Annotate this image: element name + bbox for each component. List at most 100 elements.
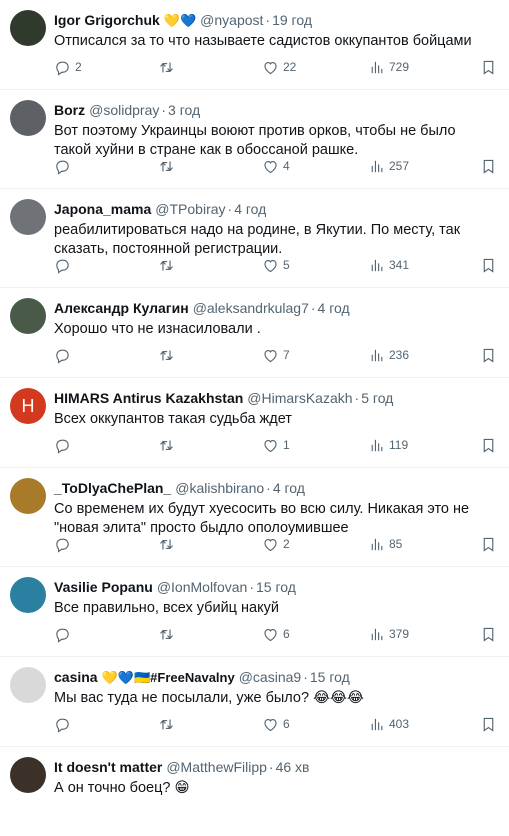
bookmark-button[interactable] — [480, 257, 497, 274]
author-name[interactable]: Александр Кулагин — [54, 298, 189, 318]
author-handle[interactable]: @kalishbirano — [175, 478, 264, 498]
reply-button[interactable] — [54, 347, 158, 364]
reply-button[interactable] — [54, 536, 158, 553]
views-button[interactable]: 341 — [368, 257, 472, 274]
separator-dot: · — [265, 12, 271, 28]
author-handle[interactable]: @casina9 — [239, 667, 301, 687]
retweet-button[interactable] — [158, 158, 262, 175]
like-button[interactable]: 1 — [262, 437, 368, 454]
author-name[interactable]: Vasilie Popanu — [54, 577, 153, 597]
bookmark-button[interactable] — [480, 716, 497, 733]
author-name[interactable]: casina — [54, 667, 98, 687]
like-button[interactable]: 2 — [262, 536, 368, 553]
bookmark-button[interactable] — [480, 437, 497, 454]
bookmark-button[interactable] — [480, 347, 497, 364]
timestamp[interactable]: 4 год — [234, 199, 266, 219]
like-button[interactable]: 22 — [262, 59, 368, 76]
heart-icon — [262, 716, 279, 733]
bookmark-button[interactable] — [480, 536, 497, 553]
timestamp[interactable]: 3 год — [168, 100, 200, 120]
avatar[interactable]: H — [10, 388, 46, 424]
retweet-button[interactable] — [158, 716, 262, 733]
reply-icon — [54, 347, 71, 364]
tweet[interactable]: _ToDlyaChePlan_ @kalishbirano · 4 год Со вре… — [0, 468, 509, 567]
tweet[interactable]: It doesn't matter @MatthewFilipp · 46 хв А о… — [0, 747, 509, 811]
views-button[interactable]: 85 — [368, 536, 472, 553]
bookmark-button[interactable] — [480, 626, 497, 643]
reply-button[interactable] — [54, 437, 158, 454]
avatar[interactable] — [10, 10, 46, 46]
reply-button[interactable] — [54, 257, 158, 274]
retweet-button[interactable] — [158, 626, 262, 643]
tweet-text: Отписался за то что называете садистов о… — [54, 33, 472, 49]
like-button[interactable]: 6 — [262, 626, 368, 643]
views-button[interactable]: 236 — [368, 347, 472, 364]
heart-icon — [262, 437, 279, 454]
author-handle[interactable]: @IonMolfovan — [157, 577, 247, 597]
timestamp[interactable]: 15 год — [256, 577, 296, 597]
timestamp[interactable]: 4 год — [318, 298, 350, 318]
author-handle[interactable]: @MatthewFilipp — [166, 757, 267, 777]
views-button[interactable]: 257 — [368, 158, 472, 175]
views-button[interactable]: 379 — [368, 626, 472, 643]
retweet-button[interactable] — [158, 59, 262, 76]
author-handle[interactable]: @nyapost — [200, 10, 263, 30]
avatar[interactable] — [10, 757, 46, 793]
views-button[interactable]: 729 — [368, 59, 472, 76]
author-name[interactable]: Japona_mama — [54, 199, 151, 219]
author-name[interactable]: It doesn't matter — [54, 757, 162, 777]
avatar[interactable] — [10, 478, 46, 514]
bookmark-button[interactable] — [480, 59, 497, 76]
timestamp[interactable]: 15 год — [310, 667, 350, 687]
likes-count: 7 — [283, 348, 290, 362]
retweet-icon — [158, 158, 175, 175]
retweet-button[interactable] — [158, 347, 262, 364]
views-button[interactable]: 119 — [368, 437, 472, 454]
avatar[interactable] — [10, 199, 46, 235]
like-button[interactable]: 4 — [262, 158, 368, 175]
tweet-text: А он точно боец? 😁 — [54, 780, 190, 796]
author-name-suffix: 💛💙 — [163, 13, 197, 28]
timestamp[interactable]: 5 год — [361, 388, 393, 408]
like-button[interactable]: 7 — [262, 347, 368, 364]
tweet[interactable]: Igor Grigorchuk 💛💙 @nyapost · 19 год Отписалс… — [0, 0, 509, 90]
tweet-text: Все правильно, всех убийц накуй — [54, 600, 279, 616]
tweet[interactable]: Japona_mama @TPobiray · 4 год реабилитироват… — [0, 189, 509, 288]
avatar[interactable] — [10, 100, 46, 136]
author-name[interactable]: Igor Grigorchuk — [54, 10, 160, 30]
author-handle[interactable]: @TPobiray — [155, 199, 225, 219]
timestamp[interactable]: 4 год — [273, 478, 305, 498]
author-handle[interactable]: @HimarsKazakh — [247, 388, 352, 408]
reply-button[interactable] — [54, 158, 158, 175]
author-name[interactable]: _ToDlyaChePlan_ — [54, 478, 171, 498]
tweet-header: Borz @solidpray · 3 год — [54, 100, 503, 120]
avatar[interactable] — [10, 667, 46, 703]
timestamp[interactable]: 46 хв — [276, 757, 310, 777]
reply-button[interactable] — [54, 626, 158, 643]
bookmark-button[interactable] — [480, 158, 497, 175]
reply-button[interactable] — [54, 716, 158, 733]
avatar[interactable] — [10, 577, 46, 613]
timestamp[interactable]: 19 год — [272, 10, 312, 30]
like-button[interactable]: 6 — [262, 716, 368, 733]
tweet-actions: 4 257 — [54, 156, 497, 176]
author-name[interactable]: Borz — [54, 100, 85, 120]
tweet[interactable]: H HIMARS Antirus Kazakhstan @HimarsKazakh ·… — [0, 378, 509, 468]
reply-icon — [54, 626, 71, 643]
author-handle[interactable]: @solidpray — [89, 100, 159, 120]
tweet[interactable]: casina 💛💙🇺🇦#FreeNavalny @casina9 · 15 год Мы … — [0, 657, 509, 747]
tweet[interactable]: Александр Кулагин @aleksandrkulag7 · 4 год Х… — [0, 288, 509, 378]
retweet-icon — [158, 716, 175, 733]
tweet[interactable]: Borz @solidpray · 3 год Вот поэтому Украинцы… — [0, 90, 509, 189]
retweet-button[interactable] — [158, 536, 262, 553]
retweet-button[interactable] — [158, 437, 262, 454]
retweet-button[interactable] — [158, 257, 262, 274]
tweet[interactable]: Vasilie Popanu @IonMolfovan · 15 год Все пра… — [0, 567, 509, 657]
avatar[interactable] — [10, 298, 46, 334]
author-name[interactable]: HIMARS Antirus Kazakhstan — [54, 388, 243, 408]
author-handle[interactable]: @aleksandrkulag7 — [193, 298, 309, 318]
heart-icon — [262, 59, 279, 76]
views-button[interactable]: 403 — [368, 716, 472, 733]
like-button[interactable]: 5 — [262, 257, 368, 274]
reply-button[interactable]: 2 — [54, 59, 158, 76]
